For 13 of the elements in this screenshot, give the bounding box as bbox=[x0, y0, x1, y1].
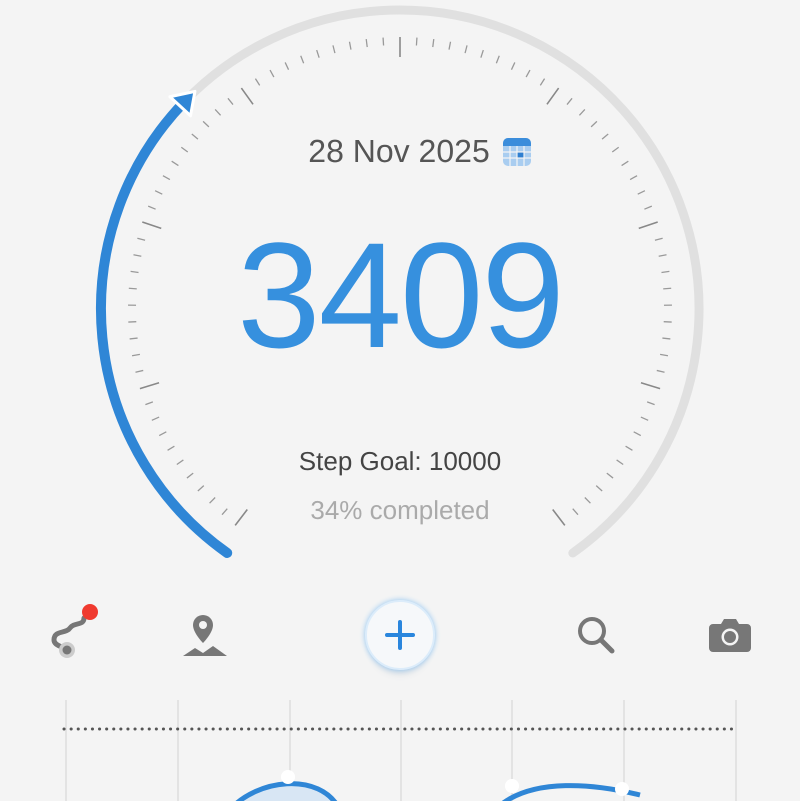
add-button[interactable] bbox=[365, 600, 435, 670]
camera-icon[interactable] bbox=[709, 618, 751, 652]
completed-label: 34% completed bbox=[310, 495, 490, 526]
data-point bbox=[615, 782, 629, 796]
step-goal-label: Step Goal: 10000 bbox=[298, 446, 502, 477]
date-label: 28 Nov 2025 bbox=[308, 133, 490, 170]
plus-icon bbox=[384, 619, 416, 651]
map-pin-icon[interactable] bbox=[180, 613, 228, 657]
search-icon[interactable] bbox=[576, 615, 616, 655]
data-point bbox=[505, 779, 519, 793]
calendar-icon[interactable] bbox=[502, 136, 532, 166]
step-count: 3409 bbox=[237, 220, 563, 370]
data-point bbox=[281, 770, 295, 784]
